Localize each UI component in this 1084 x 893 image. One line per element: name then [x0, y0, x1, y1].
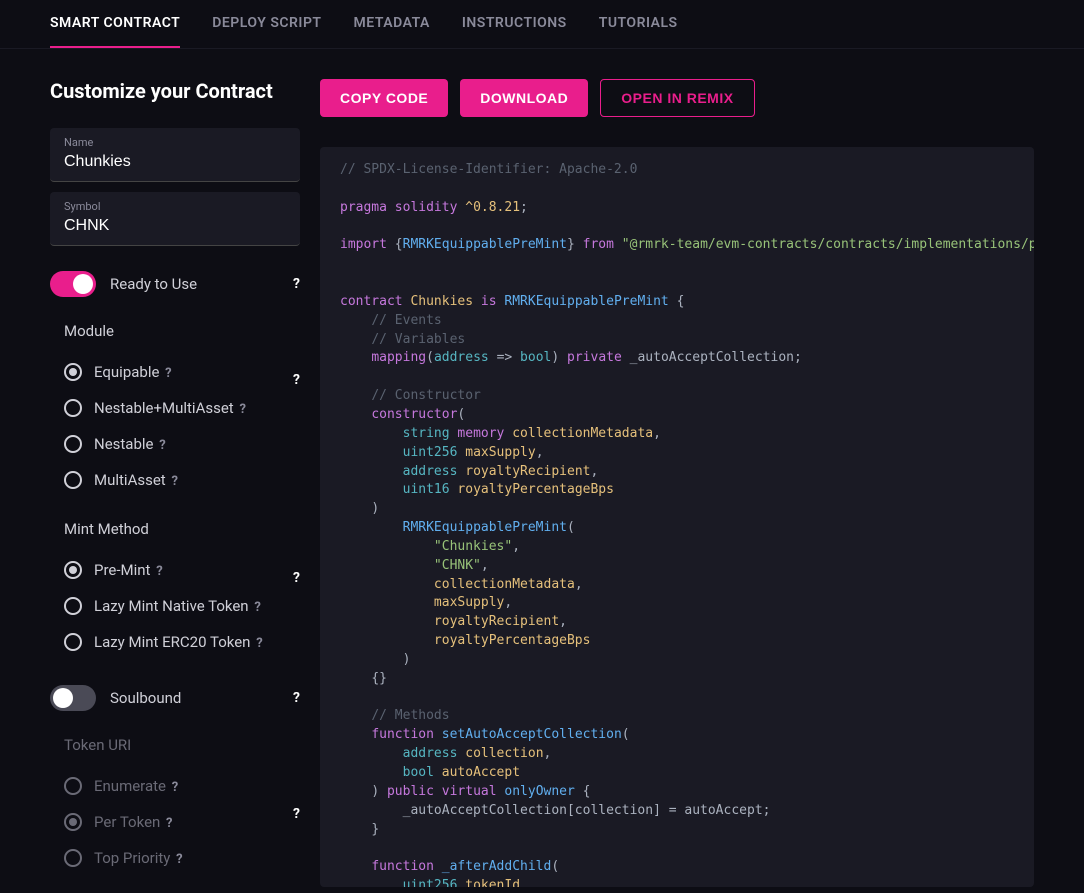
help-icon[interactable]: ? [165, 366, 171, 381]
radio-icon [64, 363, 82, 381]
symbol-field-group[interactable]: Symbol [50, 192, 300, 246]
ready-to-use-row: Ready to Use ? [50, 271, 300, 297]
soulbound-label: Soulbound [110, 689, 181, 707]
radio-enumerate: Enumerate ? [50, 768, 300, 804]
token-uri-title: Token URI [50, 736, 300, 754]
radio-icon [64, 849, 82, 867]
actions: COPY CODE DOWNLOAD OPEN IN REMIX [320, 79, 1034, 117]
tab-instructions[interactable]: INSTRUCTIONS [462, 0, 567, 48]
code-content: // SPDX-License-Identifier: Apache-2.0 p… [340, 161, 1014, 887]
radio-per-token: Per Token ? [50, 804, 300, 840]
radio-premint[interactable]: Pre-Mint ? [50, 552, 300, 588]
code-editor[interactable]: // SPDX-License-Identifier: Apache-2.0 p… [320, 147, 1034, 887]
radio-lazy-native[interactable]: Lazy Mint Native Token ? [50, 588, 300, 624]
mint-title: Mint Method [50, 520, 300, 538]
radio-icon [64, 435, 82, 453]
help-icon[interactable]: ? [156, 564, 162, 579]
radio-nestable-multiasset[interactable]: Nestable+MultiAsset ? [50, 390, 300, 426]
sidebar: Customize your Contract Name Symbol Read… [50, 79, 300, 887]
help-icon[interactable]: ? [293, 806, 300, 822]
tab-smart-contract[interactable]: SMART CONTRACT [50, 0, 180, 48]
help-icon[interactable]: ? [293, 690, 300, 706]
mint-section: Mint Method Pre-Mint ? ? Lazy Mint Nativ… [50, 520, 300, 660]
help-icon[interactable]: ? [176, 852, 182, 867]
help-icon[interactable]: ? [171, 474, 177, 489]
name-input[interactable] [64, 153, 286, 171]
radio-icon [64, 597, 82, 615]
radio-icon [64, 399, 82, 417]
help-icon[interactable]: ? [256, 636, 262, 651]
tabs: SMART CONTRACT DEPLOY SCRIPT METADATA IN… [0, 0, 1084, 49]
radio-icon [64, 633, 82, 651]
module-title: Module [50, 322, 300, 340]
tab-tutorials[interactable]: TUTORIALS [599, 0, 678, 48]
help-icon[interactable]: ? [166, 816, 172, 831]
name-label: Name [64, 136, 286, 149]
download-button[interactable]: DOWNLOAD [460, 79, 588, 117]
radio-icon [64, 777, 82, 795]
module-section: Module Equipable ? Nestable+MultiAsset ?… [50, 322, 300, 498]
radio-nestable[interactable]: Nestable ? [50, 426, 300, 462]
symbol-label: Symbol [64, 200, 286, 213]
name-field-group[interactable]: Name [50, 128, 300, 182]
radio-lazy-erc20[interactable]: Lazy Mint ERC20 Token ? [50, 624, 300, 660]
page-title: Customize your Contract [50, 79, 300, 103]
ready-to-use-label: Ready to Use [110, 275, 197, 293]
radio-icon [64, 813, 82, 831]
copy-code-button[interactable]: COPY CODE [320, 79, 448, 117]
radio-equipable[interactable]: Equipable ? [50, 354, 300, 390]
token-uri-section: Token URI Enumerate ? ? Per Token ? Top … [50, 736, 300, 876]
open-remix-button[interactable]: OPEN IN REMIX [600, 79, 754, 117]
help-icon[interactable]: ? [239, 402, 245, 417]
radio-icon [64, 471, 82, 489]
content: COPY CODE DOWNLOAD OPEN IN REMIX // SPDX… [320, 79, 1034, 887]
symbol-input[interactable] [64, 217, 286, 235]
soulbound-toggle[interactable] [50, 685, 96, 711]
help-icon[interactable]: ? [254, 600, 260, 615]
tab-metadata[interactable]: METADATA [354, 0, 430, 48]
tab-deploy-script[interactable]: DEPLOY SCRIPT [212, 0, 321, 48]
help-icon[interactable]: ? [159, 438, 165, 453]
help-icon[interactable]: ? [293, 276, 300, 292]
help-icon[interactable]: ? [172, 780, 178, 795]
ready-to-use-toggle[interactable] [50, 271, 96, 297]
radio-multiasset[interactable]: MultiAsset ? [50, 462, 300, 498]
soulbound-row: Soulbound ? [50, 685, 300, 711]
radio-top-priority: Top Priority ? [50, 840, 300, 876]
help-icon[interactable]: ? [293, 570, 300, 586]
help-icon[interactable]: ? [293, 372, 300, 388]
radio-icon [64, 561, 82, 579]
